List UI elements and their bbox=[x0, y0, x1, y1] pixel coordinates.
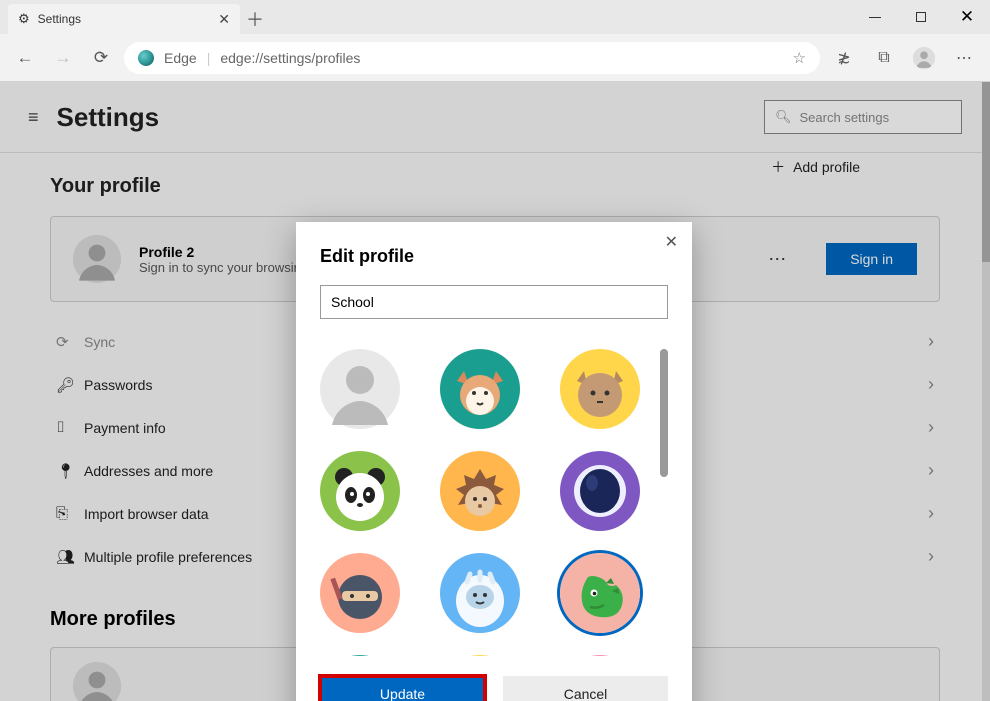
forward-button: → bbox=[48, 43, 78, 73]
plus-icon: ＋ bbox=[771, 157, 785, 177]
profile-avatar bbox=[73, 235, 121, 283]
sync-icon: ⟳ bbox=[56, 333, 84, 351]
pin-icon: 📍︎ bbox=[56, 462, 84, 480]
new-tab-button[interactable]: ＋ bbox=[240, 4, 270, 34]
chevron-right-icon: › bbox=[928, 374, 934, 395]
profile-button[interactable] bbox=[908, 42, 940, 74]
avatar-fox[interactable] bbox=[440, 349, 520, 429]
window-maximize-button[interactable] bbox=[898, 0, 944, 34]
your-profile-heading: Your profile bbox=[50, 175, 940, 198]
dialog-title: Edit profile bbox=[320, 246, 668, 267]
back-button[interactable]: ← bbox=[10, 43, 40, 73]
more-profile-avatar bbox=[73, 662, 121, 701]
avatar-astronaut[interactable] bbox=[560, 451, 640, 531]
avatar-ninja[interactable] bbox=[320, 553, 400, 633]
settings-page: ≡ Settings 🔍︎ Search settings Your profi… bbox=[0, 82, 990, 701]
key-icon: 🔑︎ bbox=[56, 376, 84, 394]
address-bar: ← → ⟳ Edge | edge://settings/profiles ☆ … bbox=[0, 34, 990, 82]
row-label: Import browser data bbox=[84, 506, 209, 522]
update-button[interactable]: Update bbox=[320, 676, 485, 701]
avatar-avatar-10[interactable] bbox=[320, 655, 400, 656]
edit-profile-dialog: ✕ Edit profile Update Cancel bbox=[296, 222, 692, 701]
row-label: Addresses and more bbox=[84, 463, 213, 479]
chevron-right-icon: › bbox=[928, 460, 934, 481]
close-tab-icon[interactable]: ✕ bbox=[218, 11, 230, 28]
titlebar: ⚙ Settings ✕ ＋ ✕ bbox=[0, 0, 990, 34]
gear-icon: ⚙ bbox=[18, 11, 30, 27]
avatar-scrollbar[interactable] bbox=[660, 349, 668, 477]
card-icon: ⌷ bbox=[56, 419, 84, 436]
url-field[interactable]: Edge | edge://settings/profiles ☆ bbox=[124, 42, 820, 74]
window-minimize-button[interactable] bbox=[852, 0, 898, 34]
more-button[interactable]: ⋯ bbox=[948, 42, 980, 74]
chevron-right-icon: › bbox=[928, 417, 934, 438]
row-label: Payment info bbox=[84, 420, 166, 436]
import-icon: ⎘ bbox=[56, 505, 84, 522]
chevron-right-icon: › bbox=[928, 546, 934, 567]
browser-label: Edge bbox=[164, 50, 197, 66]
avatar-panda[interactable] bbox=[320, 451, 400, 531]
favorite-icon[interactable]: ☆ bbox=[793, 49, 806, 67]
tab-title: Settings bbox=[38, 12, 81, 26]
avatar-grid bbox=[320, 349, 650, 656]
settings-header: ≡ Settings 🔍︎ Search settings bbox=[0, 82, 990, 153]
edge-icon bbox=[138, 50, 154, 66]
collections-button[interactable]: ⧉ bbox=[868, 42, 900, 74]
sign-in-button[interactable]: Sign in bbox=[826, 243, 917, 275]
chevron-right-icon: › bbox=[928, 331, 934, 352]
favorites-button[interactable]: ≵ bbox=[828, 42, 860, 74]
menu-icon[interactable]: ≡ bbox=[28, 107, 39, 128]
row-label: Passwords bbox=[84, 377, 152, 393]
row-label: Sync bbox=[84, 334, 115, 350]
avatar-yeti[interactable] bbox=[440, 553, 520, 633]
refresh-button[interactable]: ⟳ bbox=[86, 43, 116, 73]
profile-more-button[interactable]: ⋯ bbox=[768, 249, 788, 270]
search-icon: 🔍︎ bbox=[775, 109, 792, 125]
window-close-button[interactable]: ✕ bbox=[944, 0, 990, 34]
chevron-right-icon: › bbox=[928, 503, 934, 524]
row-label: Multiple profile preferences bbox=[84, 549, 252, 565]
avatar-avatar-12[interactable] bbox=[560, 655, 640, 656]
close-dialog-icon[interactable]: ✕ bbox=[665, 232, 678, 252]
url-text: edge://settings/profiles bbox=[220, 50, 360, 66]
browser-tab[interactable]: ⚙ Settings ✕ bbox=[8, 4, 240, 34]
profile-name-input[interactable] bbox=[320, 285, 668, 319]
search-placeholder: Search settings bbox=[800, 110, 890, 125]
avatar-dinosaur[interactable] bbox=[560, 553, 640, 633]
search-settings-input[interactable]: 🔍︎ Search settings bbox=[764, 100, 962, 134]
avatar-hedgehog[interactable] bbox=[440, 451, 520, 531]
people-icon: 👥︎ bbox=[56, 548, 84, 566]
avatar-default-person[interactable] bbox=[320, 349, 400, 429]
cancel-button[interactable]: Cancel bbox=[503, 676, 668, 701]
avatar-avatar-11[interactable] bbox=[440, 655, 520, 656]
page-title: Settings bbox=[57, 102, 160, 133]
add-profile-button[interactable]: ＋ Add profile bbox=[771, 157, 860, 177]
avatar-cat[interactable] bbox=[560, 349, 640, 429]
